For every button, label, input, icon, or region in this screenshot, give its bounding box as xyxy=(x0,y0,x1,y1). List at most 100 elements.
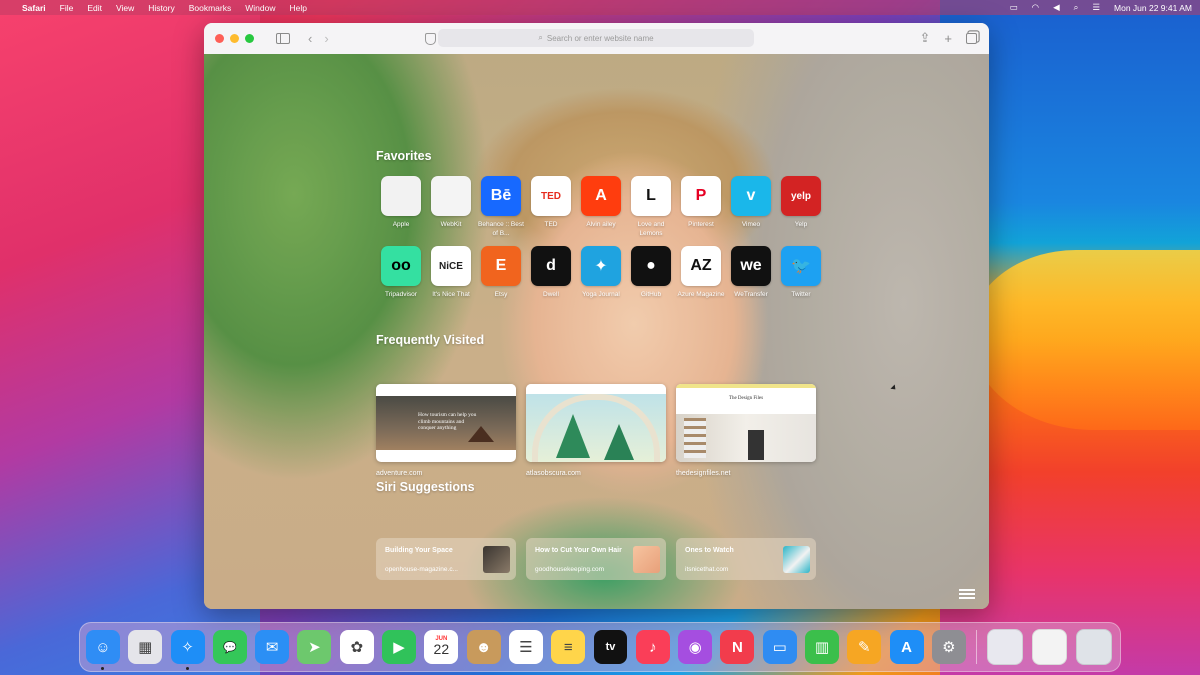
vimeo-logo-icon: v xyxy=(731,176,771,216)
dock-numbers-icon[interactable]: ▥ xyxy=(805,630,839,664)
dock-separator xyxy=(976,630,978,664)
thumbnail-headline: The Design Files xyxy=(728,396,764,401)
close-button[interactable] xyxy=(215,34,224,43)
menu-help[interactable]: Help xyxy=(289,3,306,13)
siri-suggestion-card[interactable]: Building Your Space openhouse-magazine.c… xyxy=(376,538,516,580)
dock-mail-icon[interactable]: ✉ xyxy=(255,630,290,664)
siri-suggestion-card[interactable]: How to Cut Your Own Hair goodhousekeepin… xyxy=(526,538,666,580)
app-menu[interactable]: Safari xyxy=(22,3,46,13)
volume-icon[interactable]: ◀ xyxy=(1053,2,1060,13)
wetransfer-logo-icon: we xyxy=(731,246,771,286)
dock-recent-window-icon[interactable] xyxy=(1031,629,1068,665)
dock-app-glyph: 22 xyxy=(433,641,450,658)
favorite-item[interactable]: Apple xyxy=(376,176,426,246)
privacy-shield-icon[interactable] xyxy=(424,32,436,45)
favorite-item[interactable]: we WeTransfer xyxy=(726,246,776,316)
favorite-label: It's Nice That xyxy=(432,291,470,298)
love-lemons-logo-icon: L xyxy=(631,176,671,216)
minimize-button[interactable] xyxy=(230,34,239,43)
dock-launchpad-icon[interactable]: ▦ xyxy=(128,630,163,664)
dock-pages-icon[interactable]: ✎ xyxy=(847,630,882,664)
favorite-item[interactable]: yelp Yelp xyxy=(776,176,826,246)
frequent-site-card[interactable]: atlasobscura.com xyxy=(526,384,666,477)
dock-notes-icon[interactable]: ≡ xyxy=(551,630,586,664)
new-tab-icon[interactable]: + xyxy=(944,31,952,46)
dock-app-glyph: 💬 xyxy=(222,641,237,654)
dock-app-glyph: ✿ xyxy=(350,639,364,656)
dock-app-glyph: ☺ xyxy=(95,638,111,656)
dock-app-glyph: ✎ xyxy=(858,639,871,656)
running-indicator xyxy=(186,667,190,670)
favorite-item[interactable]: ● GitHub xyxy=(626,246,676,316)
control-center-icon[interactable]: ☰ xyxy=(1092,2,1100,13)
favorite-item[interactable]: oo Tripadvisor xyxy=(376,246,426,316)
dock-apple-tv-icon[interactable]: tv xyxy=(593,630,628,664)
its-nice-that-logo-icon: NiCE xyxy=(431,246,471,286)
dock-photos-icon[interactable]: ✿ xyxy=(339,630,374,664)
dock-reminders-icon[interactable]: ☰ xyxy=(508,630,543,664)
menu-file[interactable]: File xyxy=(60,3,74,13)
dock-downloads-stack-icon[interactable] xyxy=(987,629,1024,665)
address-bar[interactable]: ⌕ Search or enter website name xyxy=(438,29,754,47)
sidebar-toggle-icon[interactable] xyxy=(276,33,290,44)
spotlight-search-icon[interactable]: ⌕ xyxy=(1074,2,1079,13)
dock-keynote-icon[interactable]: ▭ xyxy=(762,630,797,664)
share-icon[interactable]: ⇪ xyxy=(920,30,931,46)
menu-view[interactable]: View xyxy=(116,3,134,13)
dock-maps-icon[interactable]: ➤ xyxy=(297,630,332,664)
back-chevron-icon[interactable]: ‹ xyxy=(308,31,312,46)
menu-bookmarks[interactable]: Bookmarks xyxy=(189,3,232,13)
window-controls xyxy=(215,34,254,43)
favorite-item[interactable]: P Pinterest xyxy=(676,176,726,246)
favorite-label: Etsy xyxy=(494,291,508,298)
frequently-visited-heading: Frequently Visited xyxy=(376,333,485,347)
zoom-button[interactable] xyxy=(245,34,254,43)
siri-suggestions-row: Building Your Space openhouse-magazine.c… xyxy=(376,538,816,580)
favorite-item[interactable]: Bē Behance :: Best of B... xyxy=(476,176,526,246)
dock-podcasts-icon[interactable]: ◉ xyxy=(678,630,713,664)
dock-system-preferences-icon[interactable]: ⚙ xyxy=(931,630,966,664)
dock-music-icon[interactable]: ♪ xyxy=(635,630,670,664)
favorite-item[interactable]: TED TED xyxy=(526,176,576,246)
dock-facetime-icon[interactable]: ▶ xyxy=(382,630,416,664)
display-icon[interactable]: ▭ xyxy=(1010,2,1018,13)
favorite-item[interactable]: 🐦 Twitter xyxy=(776,246,826,316)
dock-app-store-icon[interactable]: A xyxy=(889,630,924,664)
dock-app-glyph: tv xyxy=(605,641,616,653)
favorite-item[interactable]: NiCE It's Nice That xyxy=(426,246,476,316)
frequent-site-card[interactable]: How tourism can help you climb mountains… xyxy=(376,384,516,477)
dock-calendar-icon[interactable]: JUN 22 xyxy=(424,630,459,664)
menu-edit[interactable]: Edit xyxy=(87,3,102,13)
favorite-item[interactable]: AZ Azure Magazine xyxy=(676,246,726,316)
dock-messages-icon[interactable]: 💬 xyxy=(212,630,247,664)
twitter-logo-icon: 🐦 xyxy=(781,246,821,286)
favorite-item[interactable]: A Alvin ailey xyxy=(576,176,626,246)
dock-app-glyph: ◉ xyxy=(688,639,702,656)
dock-finder-icon[interactable]: ☺ xyxy=(86,630,120,670)
menu-window[interactable]: Window xyxy=(245,3,275,13)
favorite-item[interactable]: ✦ Yoga Journal xyxy=(576,246,626,316)
dock-trash-icon[interactable] xyxy=(1075,629,1112,665)
site-thumbnail: How tourism can help you climb mountains… xyxy=(376,384,516,462)
favorite-item[interactable]: d Dwell xyxy=(526,246,576,316)
tab-overview-icon[interactable] xyxy=(966,32,977,44)
favorite-label: WeTransfer xyxy=(734,291,768,298)
favorite-label: Tripadvisor xyxy=(385,291,417,298)
dock-safari-icon[interactable]: ✧ xyxy=(170,630,205,670)
suggestion-source: goodhousekeeping.com xyxy=(535,566,605,573)
forward-chevron-icon[interactable]: › xyxy=(324,31,328,46)
favorite-item[interactable]: L Love and Lemons xyxy=(626,176,676,246)
favorites-heading: Favorites xyxy=(376,149,432,163)
favorite-label: GitHub xyxy=(640,291,662,298)
dock-contacts-icon[interactable]: ☻ xyxy=(466,630,501,664)
favorite-item[interactable]: v Vimeo xyxy=(726,176,776,246)
favorite-item[interactable]: E Etsy xyxy=(476,246,526,316)
siri-suggestion-card[interactable]: Ones to Watch itsnicethat.com xyxy=(676,538,816,580)
wifi-icon[interactable]: ◠ xyxy=(1032,2,1039,13)
frequent-site-card[interactable]: The Design Files thedesignfiles.net xyxy=(676,384,816,477)
start-page-settings-icon[interactable] xyxy=(959,587,975,599)
favorite-item[interactable]: WebKit xyxy=(426,176,476,246)
menu-clock[interactable]: Mon Jun 22 9:41 AM xyxy=(1114,3,1192,13)
menu-history[interactable]: History xyxy=(148,3,174,13)
dock-news-icon[interactable]: N xyxy=(720,630,755,664)
